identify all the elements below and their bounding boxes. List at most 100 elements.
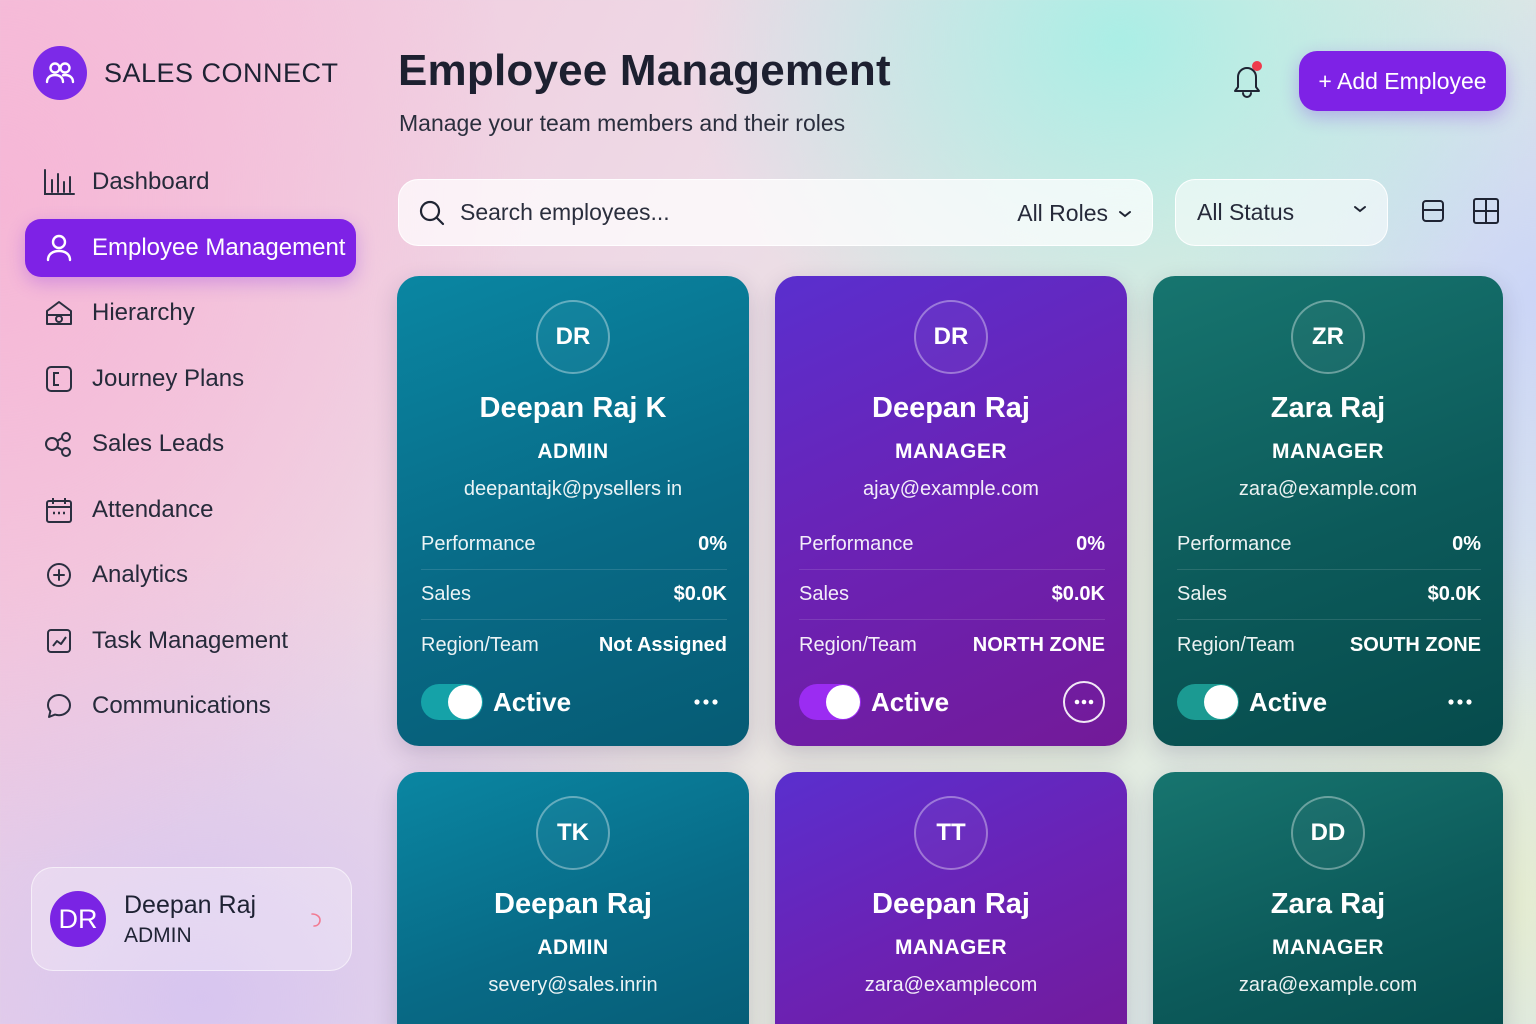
sidebar-item-sales-leads[interactable]: Sales Leads	[25, 415, 356, 473]
notification-badge	[1252, 61, 1262, 71]
region-row: Region/Team SOUTH ZONE	[1177, 620, 1481, 670]
sidebar-item-label: Sales Leads	[92, 430, 225, 457]
brand[interactable]: SALES CONNECT	[33, 46, 339, 100]
employee-avatar: DR	[536, 300, 610, 374]
employee-avatar: TK	[536, 796, 610, 870]
toggle-knob	[448, 685, 482, 719]
sales-value: $0.0K	[673, 583, 727, 605]
employee-name: Deepan Raj	[494, 888, 652, 920]
sales-label: Sales	[799, 583, 850, 605]
region-row: Region/Team NORTH ZONE	[799, 620, 1105, 670]
status-filter-label: All Status	[1197, 199, 1295, 225]
region-label: Region/Team	[1177, 633, 1295, 656]
employee-avatar: TT	[914, 796, 988, 870]
status-toggle[interactable]	[799, 684, 861, 720]
toggle-knob	[826, 685, 860, 719]
employee-card[interactable]: DR Deepan Raj K ADMIN deepantajk@pyselle…	[397, 276, 749, 746]
bell-icon[interactable]	[1230, 61, 1266, 102]
employee-role: MANAGER	[1272, 440, 1384, 463]
employee-name: Zara Raj	[1270, 888, 1386, 920]
avatar: DR	[50, 891, 106, 947]
card-footer: Active	[1177, 680, 1481, 724]
chat-bubble-icon	[41, 688, 77, 724]
employee-name: Deepan Raj	[872, 392, 1030, 424]
employee-role: MANAGER	[895, 440, 1007, 463]
calendar-icon	[41, 492, 77, 528]
employee-card[interactable]: DD Zara Raj MANAGER zara@example.com	[1153, 772, 1503, 1024]
search-input[interactable]	[460, 199, 980, 226]
sidebar-item-label: Employee Management	[92, 233, 346, 261]
region-label: Region/Team	[421, 633, 539, 656]
performance-label: Performance	[1177, 533, 1292, 555]
sidebar-nav: Dashboard Employee Management Hierarchy	[25, 153, 356, 743]
more-options-icon[interactable]	[685, 681, 727, 723]
add-employee-button[interactable]: + Add Employee	[1299, 51, 1506, 111]
employee-card[interactable]: ZR Zara Raj MANAGER zara@example.com Per…	[1153, 276, 1503, 746]
employee-card[interactable]: TK Deepan Raj ADMIN severy@sales.inrin	[397, 772, 749, 1024]
sidebar-item-analytics[interactable]: Analytics	[25, 546, 356, 604]
page-title: Employee Management	[398, 46, 891, 95]
employee-email: ajay@example.com	[863, 478, 1039, 500]
sidebar-item-task-management[interactable]: Task Management	[25, 612, 356, 670]
sidebar-item-attendance[interactable]: Attendance	[25, 481, 356, 539]
performance-value: 0%	[698, 533, 727, 555]
performance-value: 0%	[1076, 533, 1105, 555]
status-toggle[interactable]	[421, 684, 483, 720]
region-value: NORTH ZONE	[972, 633, 1105, 656]
employee-avatar: ZR	[1291, 300, 1365, 374]
region-row: Region/Team Not Assigned	[421, 620, 727, 670]
journey-icon	[41, 361, 77, 397]
sidebar-item-label: Hierarchy	[92, 299, 195, 326]
employee-avatar: DD	[1291, 796, 1365, 870]
user-name: Deepan Raj	[124, 890, 257, 919]
search-icon	[418, 199, 446, 227]
sidebar-item-communications[interactable]: Communications	[25, 677, 356, 735]
roles-filter-dropdown[interactable]: All Roles	[1017, 180, 1132, 247]
more-options-icon[interactable]	[1063, 681, 1105, 723]
employee-email: zara@examplecom	[864, 974, 1038, 996]
user-role: ADMIN	[124, 923, 192, 947]
employee-card[interactable]: DR Deepan Raj MANAGER ajay@example.com P…	[775, 276, 1127, 746]
sidebar: SALES CONNECT Dashboard Employee Managem…	[0, 0, 380, 1024]
employee-email: severy@sales.inrin	[488, 974, 658, 996]
sales-row: Sales $0.0K	[421, 570, 727, 620]
page-subtitle: Manage your team members and their roles	[399, 110, 846, 136]
sales-label: Sales	[421, 583, 472, 605]
sales-row: Sales $0.0K	[799, 570, 1105, 620]
list-view-icon[interactable]	[1421, 197, 1447, 225]
region-value: SOUTH ZONE	[1349, 633, 1481, 656]
sidebar-item-dashboard[interactable]: Dashboard	[25, 153, 356, 211]
users-icon	[33, 46, 87, 100]
chevron-down-icon	[1119, 210, 1131, 217]
performance-row: Performance 0%	[421, 520, 727, 570]
card-footer: Active	[799, 680, 1105, 724]
employee-email: zara@example.com	[1238, 478, 1418, 500]
employee-card[interactable]: TT Deepan Raj MANAGER zara@examplecom	[775, 772, 1127, 1024]
sidebar-item-hierarchy[interactable]: Hierarchy	[25, 284, 356, 342]
employee-role: MANAGER	[1272, 936, 1384, 959]
sidebar-item-journey-plans[interactable]: Journey Plans	[25, 350, 356, 408]
status-toggle[interactable]	[1177, 684, 1239, 720]
performance-row: Performance 0%	[799, 520, 1105, 570]
employee-email: deepantajk@pysellers in	[463, 478, 683, 500]
toggle-knob	[1204, 685, 1238, 719]
sales-row: Sales $0.0K	[1177, 570, 1481, 620]
region-label: Region/Team	[799, 633, 917, 656]
sidebar-item-label: Journey Plans	[92, 364, 245, 392]
more-options-icon[interactable]	[1439, 681, 1481, 723]
status-label: Active	[1249, 686, 1328, 717]
grid-view-icon[interactable]	[1472, 197, 1499, 225]
sales-label: Sales	[1177, 583, 1228, 605]
sidebar-item-employee-management[interactable]: Employee Management	[25, 218, 356, 277]
status-filter-dropdown[interactable]: All Status	[1175, 179, 1388, 246]
employee-email: zara@example.com	[1238, 974, 1418, 996]
performance-value: 0%	[1452, 533, 1481, 555]
performance-row: Performance 0%	[1177, 520, 1481, 570]
loading-spinner-icon	[309, 912, 323, 933]
employee-name: Deepan Raj K	[479, 392, 667, 424]
sidebar-item-label: Task Management	[92, 626, 289, 654]
leads-icon	[41, 426, 77, 462]
current-user-card[interactable]: DR Deepan Raj ADMIN	[31, 867, 352, 971]
user-icon	[41, 230, 77, 266]
chevron-down-icon	[1354, 206, 1366, 213]
